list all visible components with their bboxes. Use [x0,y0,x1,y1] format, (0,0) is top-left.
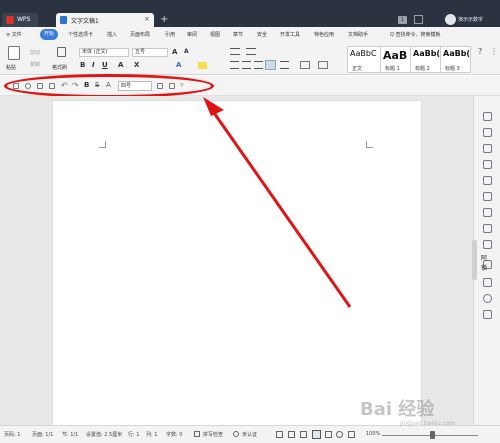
eye-protect-icon[interactable] [348,431,355,438]
status-spellcheck[interactable]: 拼写检查 [203,431,223,438]
edit-icon[interactable] [483,112,492,121]
baidu-watermark-url: jingyan.baidu.com [400,420,456,427]
certification-icon[interactable] [233,431,239,437]
status-row[interactable]: 行: 1 [128,431,139,438]
link-icon[interactable] [483,224,492,233]
baidu-watermark: Bai 经验 [360,399,435,420]
share-icon[interactable] [483,278,492,287]
status-certification[interactable]: 未认证 [242,431,257,438]
image-icon[interactable] [483,192,492,201]
adjust-icon[interactable] [483,160,492,169]
translate-icon[interactable] [483,208,492,217]
doc-info-icon[interactable] [483,176,492,185]
zoom-slider-handle[interactable] [430,431,435,439]
settings-icon[interactable] [483,310,492,319]
page-view-icon[interactable] [312,430,321,439]
fullscreen-icon[interactable] [276,431,283,438]
status-setting[interactable]: 设置值: 2.5厘米 [86,431,122,438]
status-page[interactable]: 页码: 1 [4,431,20,438]
arrow-shaft [210,109,352,308]
arrow-head [203,97,224,116]
web-view-icon[interactable] [336,431,343,438]
outline-view-icon[interactable] [325,431,332,438]
status-section[interactable]: 节: 1/1 [62,431,78,438]
read-mode-icon[interactable] [288,431,295,438]
spellcheck-icon[interactable] [194,431,200,437]
status-words[interactable]: 字数: 0 [166,431,182,438]
vertical-scrollbar[interactable] [472,240,477,280]
cursor-icon[interactable] [483,128,492,137]
zoom-level[interactable]: 100% [366,431,380,437]
status-pages[interactable]: 页面: 1/1 [32,431,53,438]
table-icon[interactable] [483,240,492,249]
history-icon[interactable] [483,294,492,303]
status-bar: 页码: 1 页面: 1/1 节: 1/1 设置值: 2.5厘米 行: 1 列: … [0,425,500,443]
annotation-arrow [203,97,352,308]
side-label: 阿锁 [481,255,488,272]
pen-icon[interactable] [300,431,307,438]
shapes-icon[interactable] [483,144,492,153]
status-col[interactable]: 列: 1 [146,431,157,438]
